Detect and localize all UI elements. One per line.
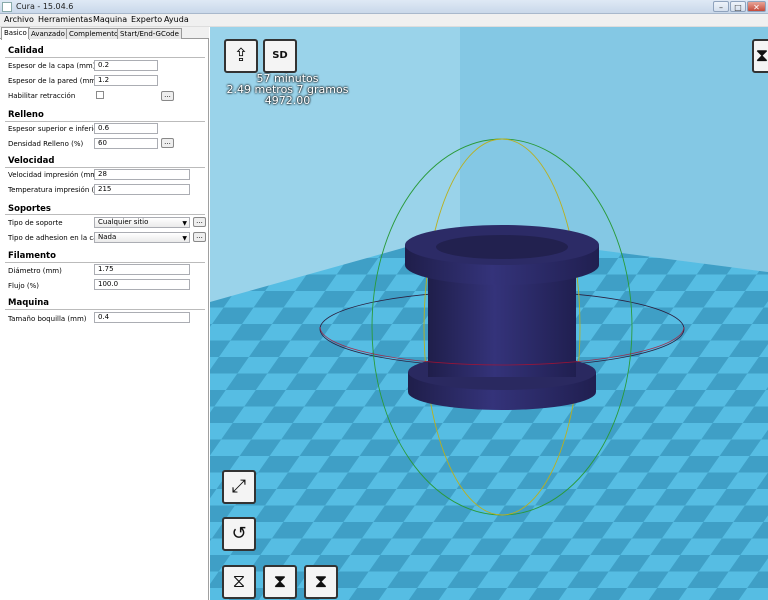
infill-density-label: Densidad Relleno (%) — [8, 140, 84, 148]
save-to-sd-button[interactable]: SD — [263, 39, 297, 73]
section-filamento: Filamento — [8, 251, 56, 261]
mirror-tool-button-2[interactable]: ⧗ — [304, 565, 338, 599]
topbottom-label: Espesor superior e inferior — [8, 125, 101, 133]
divider — [5, 262, 205, 263]
settings-tabs: Basico Avanzado Complementos Start/End-G… — [0, 27, 209, 40]
divider — [5, 214, 205, 215]
section-relleno: Relleno — [8, 110, 44, 120]
diameter-input[interactable]: 1.75 — [94, 264, 190, 275]
rotate-icon: ⤢ — [231, 476, 247, 497]
print-stats: 57 minutos 2.49 metros 7 gramos 4972.00 — [220, 73, 355, 106]
settings-panel: Basico Avanzado Complementos Start/End-G… — [0, 27, 209, 600]
window-title: Cura - 15.04.6 — [16, 2, 74, 11]
support-type-select[interactable]: Cualquier sitio ▼ — [94, 217, 190, 228]
sd-card-icon: SD — [272, 50, 288, 61]
section-soportes: Soportes — [8, 204, 51, 214]
lay-flat-button[interactable]: ↺ — [222, 517, 256, 551]
close-button[interactable]: ✕ — [747, 1, 766, 12]
section-velocidad: Velocidad — [8, 156, 55, 166]
view-mode-icon: ⧗ — [755, 45, 768, 66]
chevron-down-icon: ▼ — [182, 220, 187, 227]
retraction-checkbox[interactable] — [96, 91, 104, 99]
support-type-value: Cualquier sitio — [98, 218, 149, 226]
print-temp-input[interactable]: 215 — [94, 184, 190, 195]
app-icon — [2, 2, 12, 12]
mirror-tool-button[interactable]: ⧗ — [263, 565, 297, 599]
scene-svg — [210, 27, 768, 600]
menu-maquina[interactable]: Maquina — [93, 15, 127, 24]
print-speed-input[interactable]: 28 — [94, 169, 190, 180]
nozzle-size-label: Tamaño boquilla (mm) — [8, 315, 87, 323]
tab-avanzado[interactable]: Avanzado — [28, 28, 68, 39]
tab-basico[interactable]: Basico — [1, 27, 30, 40]
adhesion-type-select[interactable]: Nada ▼ — [94, 232, 190, 243]
infill-density-input[interactable]: 60 — [94, 138, 158, 149]
menu-ayuda[interactable]: Ayuda — [164, 15, 189, 24]
mirror-icon: ⧗ — [273, 571, 287, 592]
menu-experto[interactable]: Experto — [131, 15, 162, 24]
model-spool — [405, 225, 599, 410]
title-bar: Cura - 15.04.6 – □ ✕ — [0, 0, 768, 14]
rotate-tool-button[interactable]: ⤢ — [222, 470, 256, 504]
load-model-button[interactable]: ⇪ — [224, 39, 258, 73]
diameter-label: Diámetro (mm) — [8, 267, 62, 275]
nozzle-size-input[interactable]: 0.4 — [94, 312, 190, 323]
view-mode-button[interactable]: ⧗ — [752, 39, 768, 73]
menu-archivo[interactable]: Archivo — [4, 15, 34, 24]
adhesion-type-value: Nada — [98, 233, 117, 241]
support-more-button[interactable]: ... — [193, 217, 206, 227]
retraction-more-button[interactable]: ... — [161, 91, 174, 101]
load-icon: ⇪ — [233, 45, 249, 66]
divider — [5, 57, 205, 58]
flow-input[interactable]: 100.0 — [94, 279, 190, 290]
support-type-label: Tipo de soporte — [8, 219, 63, 227]
section-maquina: Maquina — [8, 298, 50, 308]
minimize-button[interactable]: – — [713, 1, 729, 12]
lay-flat-icon: ↺ — [231, 523, 247, 544]
3d-viewport[interactable]: ⇪ SD ⧗ 57 minutos 2.49 metros 7 gramos 4… — [210, 27, 768, 600]
wall-thickness-input[interactable]: 1.2 — [94, 75, 158, 86]
wall-thickness-label: Espesor de la pared (mm) — [8, 77, 99, 85]
divider — [5, 121, 205, 122]
scale-tool-button[interactable]: ⧖ — [222, 565, 256, 599]
divider — [5, 167, 205, 168]
tab-start-end-gcode[interactable]: Start/End-GCode — [117, 28, 182, 39]
menu-herramientas[interactable]: Herramientas — [38, 15, 93, 24]
scale-icon: ⧖ — [232, 571, 246, 592]
maximize-button[interactable]: □ — [730, 1, 746, 12]
print-speed-label: Velocidad impresión (mm/s) — [8, 171, 106, 179]
menu-bar: Archivo Herramientas Maquina Experto Ayu… — [0, 14, 768, 27]
adhesion-more-button[interactable]: ... — [193, 232, 206, 242]
print-temp-label: Temperatura impresión (C) — [8, 186, 102, 194]
divider — [5, 309, 205, 310]
layer-height-label: Espesor de la capa (mm) — [8, 62, 96, 70]
chevron-down-icon: ▼ — [182, 235, 187, 242]
retraction-label: Habilitar retracción — [8, 92, 76, 100]
section-calidad: Calidad — [8, 46, 44, 56]
print-cost: 4972.00 — [264, 94, 311, 107]
layer-height-input[interactable]: 0.2 — [94, 60, 158, 71]
topbottom-input[interactable]: 0.6 — [94, 123, 158, 134]
mirror-icon: ⧗ — [314, 571, 328, 592]
infill-more-button[interactable]: ... — [161, 138, 174, 148]
flow-label: Flujo (%) — [8, 282, 39, 290]
